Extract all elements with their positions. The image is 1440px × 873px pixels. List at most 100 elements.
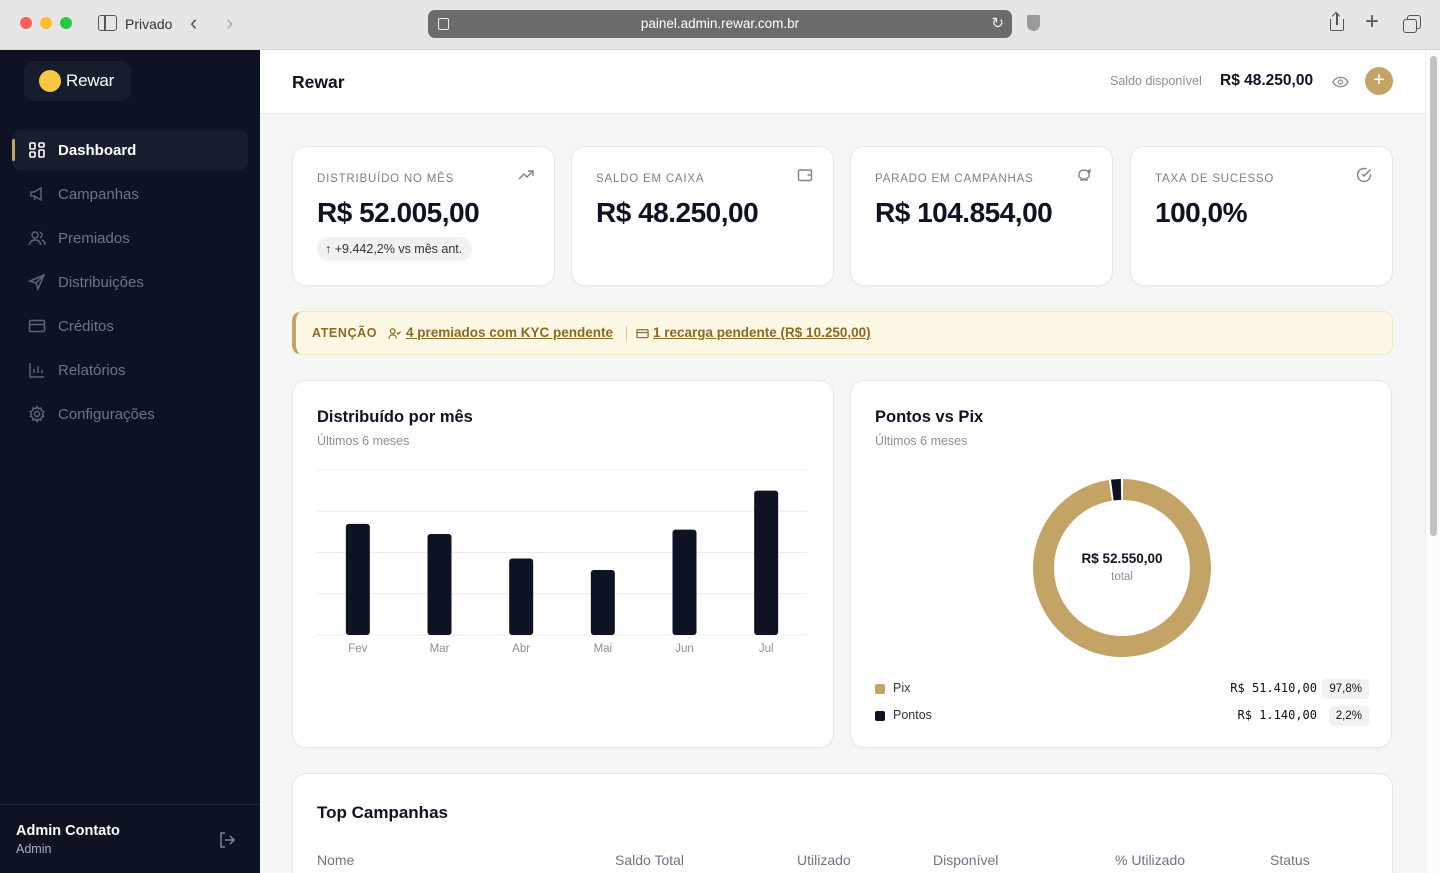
- browser-toolbar: Privado ‹ › painel.admin.rewar.com.br ↻ …: [0, 0, 1440, 50]
- sidebar-item-label: Configurações: [58, 405, 155, 423]
- x-tick-label: Mai: [594, 643, 613, 655]
- minimize-window-button[interactable]: [40, 17, 52, 29]
- x-tick-label: Jul: [759, 643, 774, 655]
- reload-icon[interactable]: ↻: [991, 14, 1004, 32]
- page-title: Rewar: [292, 72, 345, 92]
- sidebar-item-label: Dashboard: [58, 141, 137, 159]
- card-subtitle: Últimos 6 meses: [317, 434, 410, 448]
- tab-overview-icon[interactable]: [1403, 15, 1421, 33]
- card-title: Pontos vs Pix: [875, 408, 984, 426]
- stat-label: Distribuído no mês: [317, 173, 455, 185]
- user-role: Admin: [16, 842, 52, 856]
- forward-icon[interactable]: ›: [226, 12, 233, 34]
- stat-card-campaigns: Parado em campanhas R$ 104.854,00: [850, 146, 1113, 286]
- card-subtitle: Últimos 6 meses: [875, 434, 968, 448]
- x-tick-label: Fev: [348, 643, 367, 655]
- sidebar: Rewar Dashboard Campanhas Premiados Dist…: [0, 50, 260, 873]
- sidebar-item-dashboard[interactable]: Dashboard: [12, 130, 248, 170]
- legend-name: Pix: [893, 681, 911, 695]
- trending-up-icon: [518, 170, 534, 180]
- column-header-percent-used[interactable]: % Utilizado: [1115, 852, 1185, 868]
- back-icon[interactable]: ‹: [190, 12, 197, 34]
- stat-delta-text: +9.442,2% vs mês ant.: [334, 242, 463, 256]
- chart-icon: [28, 361, 46, 379]
- brand-logo[interactable]: Rewar: [24, 61, 131, 101]
- column-header-available[interactable]: Disponível: [933, 852, 998, 868]
- sidebar-item-relatorios[interactable]: Relatórios: [12, 350, 248, 390]
- logo-mark-icon: [39, 70, 61, 92]
- add-balance-button[interactable]: +: [1365, 67, 1393, 95]
- stat-card-success: Taxa de sucesso 100,0%: [1130, 146, 1393, 286]
- top-campaigns-card: Top Campanhas Nome Saldo Total Utilizado…: [292, 773, 1393, 873]
- eye-icon[interactable]: [1332, 75, 1349, 89]
- legend-percent: 97,8%: [1322, 679, 1369, 699]
- arrow-up-icon: ↑: [325, 242, 332, 256]
- window-controls: [20, 17, 72, 29]
- separator: [626, 326, 627, 341]
- bar-chart: Fev Mar Abr Mai Jun Jul: [317, 469, 807, 655]
- gear-icon: [28, 405, 46, 423]
- card-title: Top Campanhas: [317, 803, 448, 822]
- close-window-button[interactable]: [20, 17, 32, 29]
- legend-swatch: [875, 684, 885, 694]
- attention-banner: ATENÇÃO 4 premiados com KYC pendente 1 r…: [292, 311, 1393, 355]
- legend-amount: R$ 1.140,00: [1237, 708, 1317, 722]
- donut-slice-pontos[interactable]: [1111, 479, 1122, 501]
- sidebar-toggle-icon[interactable]: [98, 15, 117, 31]
- logout-icon[interactable]: [218, 831, 236, 849]
- card-icon: [636, 329, 649, 339]
- stat-value: R$ 48.250,00: [596, 197, 759, 228]
- url-text[interactable]: painel.admin.rewar.com.br: [428, 16, 1012, 31]
- sidebar-item-distribuicoes[interactable]: Distribuições: [12, 262, 248, 302]
- bar-jul[interactable]: [754, 490, 779, 635]
- sidebar-item-campanhas[interactable]: Campanhas: [12, 174, 248, 214]
- bar-mar[interactable]: [427, 533, 452, 635]
- kyc-pending-link[interactable]: 4 premiados com KYC pendente: [406, 325, 613, 340]
- column-header-name[interactable]: Nome: [317, 852, 354, 868]
- donut-chart: R$ 52.550,00 total: [1033, 479, 1211, 657]
- monthly-distribution-card: Distribuído por mês Últimos 6 meses Fev M…: [292, 380, 834, 748]
- bar-abr[interactable]: [509, 558, 534, 635]
- stat-delta-badge: ↑ +9.442,2% vs mês ant.: [317, 237, 473, 261]
- shield-icon[interactable]: [1027, 15, 1040, 31]
- sidebar-nav: Dashboard Campanhas Premiados Distribuiç…: [12, 130, 248, 438]
- donut-slice-pix[interactable]: [1033, 479, 1211, 657]
- attention-title: ATENÇÃO: [312, 326, 378, 340]
- sidebar-item-label: Campanhas: [58, 185, 139, 203]
- stat-label: Taxa de sucesso: [1155, 173, 1275, 185]
- bar-mai[interactable]: [590, 570, 615, 635]
- sidebar-item-creditos[interactable]: Créditos: [12, 306, 248, 346]
- scroll-thumb[interactable]: [1430, 56, 1437, 536]
- brand-name: Rewar: [66, 71, 115, 90]
- points-vs-pix-card: Pontos vs Pix Últimos 6 meses R$ 52.550,…: [850, 380, 1392, 748]
- grid-icon: [28, 141, 46, 159]
- recharge-pending-link[interactable]: 1 recarga pendente (R$ 10.250,00): [653, 325, 871, 340]
- legend-row-pontos: Pontos R$ 1.140,00 2,2%: [875, 706, 1369, 726]
- stat-value: R$ 52.005,00: [317, 197, 480, 228]
- column-header-total[interactable]: Saldo Total: [615, 852, 684, 868]
- megaphone-icon: [28, 185, 46, 203]
- user-check-icon: [388, 328, 401, 339]
- bar-jun[interactable]: [672, 529, 697, 635]
- donut-center-label: total: [1111, 571, 1133, 583]
- balance-value: R$ 48.250,00: [1220, 72, 1314, 89]
- wallet-icon: [797, 169, 813, 182]
- share-icon[interactable]: [1330, 13, 1344, 31]
- column-header-status[interactable]: Status: [1270, 852, 1310, 868]
- legend-swatch: [875, 711, 885, 721]
- legend-row-pix: Pix R$ 51.410,00 97,8%: [875, 679, 1369, 699]
- bar-fev[interactable]: [345, 523, 370, 635]
- legend-name: Pontos: [893, 708, 932, 722]
- address-bar[interactable]: painel.admin.rewar.com.br ↻: [428, 10, 1012, 38]
- card-icon: [28, 317, 46, 335]
- maximize-window-button[interactable]: [60, 17, 72, 29]
- x-tick-label: Jun: [675, 643, 694, 655]
- page-scrollbar[interactable]: [1425, 50, 1440, 873]
- sidebar-item-premiados[interactable]: Premiados: [12, 218, 248, 258]
- column-header-used[interactable]: Utilizado: [797, 852, 851, 868]
- donut-center-value: R$ 52.550,00: [1081, 551, 1162, 566]
- new-tab-icon[interactable]: +: [1365, 10, 1379, 34]
- legend-percent: 2,2%: [1328, 706, 1369, 726]
- stat-label: Saldo em caixa: [596, 173, 705, 185]
- sidebar-item-configuracoes[interactable]: Configurações: [12, 394, 248, 434]
